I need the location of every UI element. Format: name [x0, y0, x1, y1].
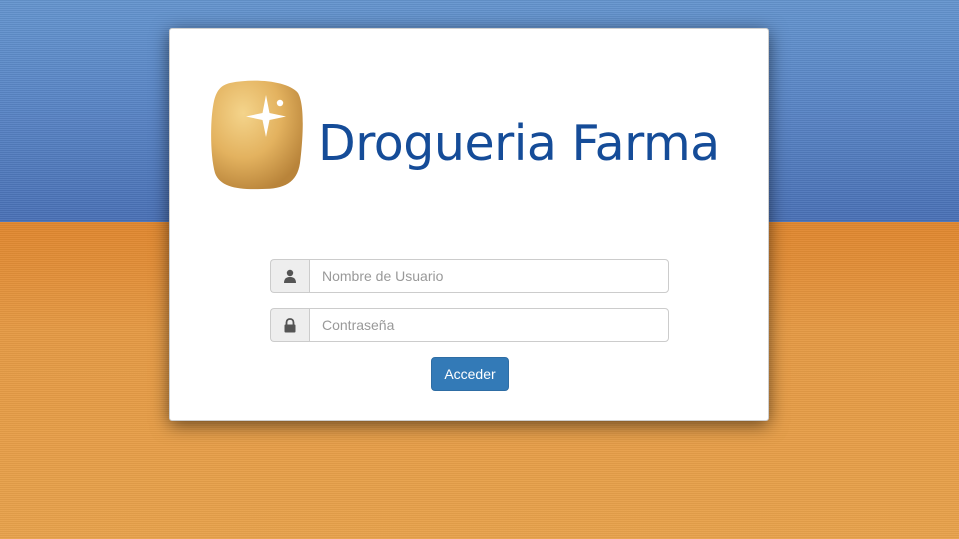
username-input[interactable]: [309, 259, 669, 293]
submit-button[interactable]: Acceder: [431, 357, 509, 391]
brand-name: Drogueria Farma: [318, 115, 720, 172]
user-icon: [270, 259, 309, 293]
login-panel: Drogueria Farma Acceder: [169, 28, 769, 421]
password-input[interactable]: [309, 308, 669, 342]
brand-logo: Drogueria Farma: [210, 79, 740, 195]
username-group: [270, 259, 669, 293]
password-group: [270, 308, 669, 342]
sparkle-potato-icon: [211, 80, 303, 190]
lock-icon: [270, 308, 309, 342]
